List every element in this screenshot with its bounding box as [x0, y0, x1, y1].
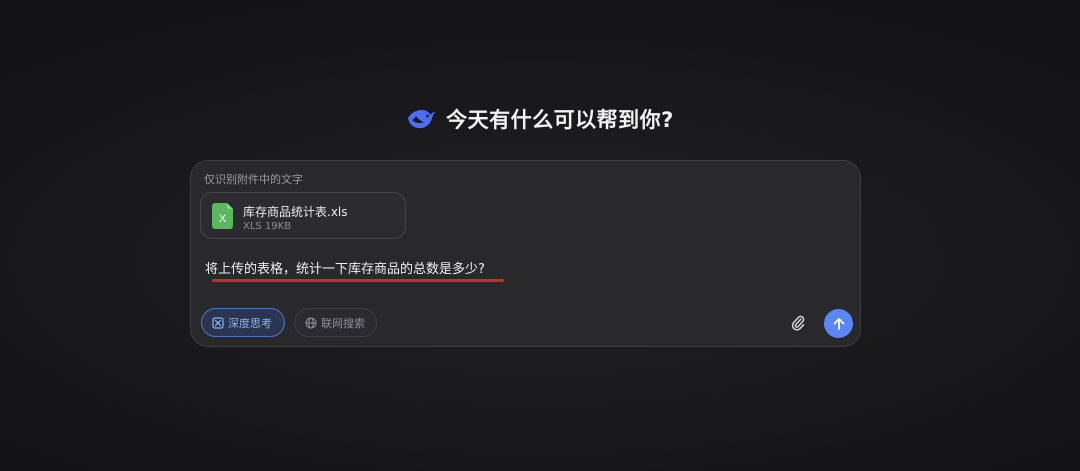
globe-icon: [305, 316, 317, 329]
web-search-label: 联网搜索: [321, 316, 365, 330]
deep-think-button[interactable]: 深度思考: [201, 308, 285, 337]
attachment-name: 库存商品统计表.xls: [243, 205, 348, 219]
web-search-button[interactable]: 联网搜索: [294, 308, 377, 337]
arrow-up-icon: [832, 317, 846, 331]
attachment-card[interactable]: X 库存商品统计表.xls XLS 19KB: [200, 192, 406, 239]
excel-file-icon: X: [212, 203, 233, 229]
message-input[interactable]: 将上传的表格，统计一下库存商品的总数是多少?: [205, 258, 485, 277]
whale-logo-icon: [406, 107, 436, 131]
welcome-header: 今天有什么可以帮到你?: [0, 100, 1080, 138]
attachment-meta: XLS 19KB: [243, 221, 292, 232]
ocr-mode-note: 仅识别附件中的文字: [204, 173, 303, 186]
welcome-title: 今天有什么可以帮到你?: [446, 108, 674, 132]
send-button[interactable]: [824, 309, 853, 338]
atom-icon: [212, 316, 224, 329]
chat-composer: 仅识别附件中的文字 X 库存商品统计表.xls XLS 19KB 将上传的表格，…: [190, 160, 861, 347]
deep-think-label: 深度思考: [228, 316, 272, 330]
red-underline-annotation: [212, 279, 504, 282]
svg-text:X: X: [219, 213, 227, 225]
paperclip-icon[interactable]: [790, 314, 806, 332]
